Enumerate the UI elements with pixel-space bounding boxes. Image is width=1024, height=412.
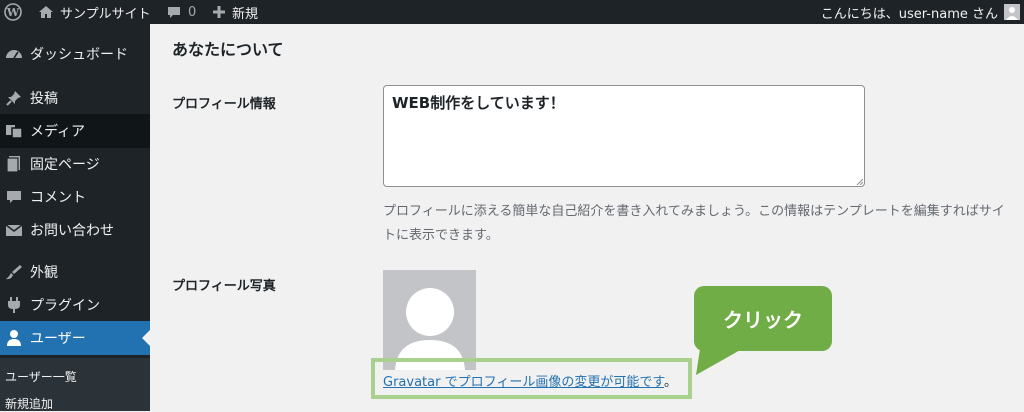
site-name-link[interactable]: サンプルサイト — [38, 0, 151, 24]
sidebar-item-label: 固定ページ — [30, 157, 100, 173]
plus-icon — [213, 6, 225, 18]
sidebar-item-label: コメント — [30, 190, 86, 206]
plugin-icon — [8, 297, 20, 313]
sidebar-item-media[interactable]: メディア — [0, 114, 150, 148]
sidebar-item-dashboard[interactable]: ダッシュボード — [0, 37, 150, 71]
sidebar-item-plugins[interactable]: プラグイン — [0, 288, 150, 322]
admin-bar: W サンプルサイト 0 新規 こんにちは、user-name さん — [0, 0, 1024, 24]
submenu-item-user-list[interactable]: ユーザー一覧 — [5, 368, 77, 385]
sidebar-item-label: プラグイン — [30, 298, 100, 314]
comment-bubble-icon — [168, 7, 180, 18]
site-name: サンプルサイト — [60, 6, 151, 22]
new-content-link[interactable]: 新規 — [212, 0, 258, 24]
dashboard-icon — [6, 50, 22, 59]
svg-text:W: W — [6, 6, 20, 19]
sidebar-item-pages[interactable]: 固定ページ — [0, 147, 150, 181]
sidebar-item-users[interactable]: ユーザー — [0, 321, 150, 355]
pages-icon — [6, 156, 20, 173]
user-icon — [7, 330, 21, 346]
user-avatar-icon — [1004, 4, 1020, 20]
comments-count: 0 — [188, 4, 197, 20]
default-avatar-icon — [395, 288, 465, 370]
bio-label: プロフィール情報 — [172, 97, 276, 112]
comments-link[interactable]: 0 — [166, 0, 196, 24]
my-account-link[interactable]: こんにちは、user-name さん — [821, 0, 1020, 24]
sidebar-item-label: ダッシュボード — [30, 47, 128, 63]
sidebar-item-label: ユーザー — [30, 331, 86, 347]
comment-icon — [7, 191, 21, 203]
sidebar-item-label: 投稿 — [30, 91, 58, 107]
resize-handle-icon[interactable] — [855, 177, 863, 185]
bio-textarea[interactable]: WEB制作をしています！ — [383, 85, 865, 187]
callout-tail-icon — [696, 349, 742, 375]
sidebar-item-posts[interactable]: 投稿 — [0, 81, 150, 115]
pushpin-icon — [6, 91, 21, 106]
sidebar-item-contact[interactable]: お問い合わせ — [0, 213, 150, 247]
wordpress-logo-icon[interactable]: W — [4, 0, 22, 24]
admin-sidebar: ダッシュボード 投稿 メディア 固定ページ コメント お問い合わせ 外観 プラグ… — [0, 24, 150, 411]
users-submenu: ユーザー一覧 新規追加 — [0, 358, 150, 411]
sidebar-item-label: お問い合わせ — [30, 223, 114, 239]
gravatar-suffix: 。 — [664, 375, 678, 390]
submenu-item-add-new[interactable]: 新規追加 — [5, 395, 53, 412]
sidebar-item-label: メディア — [30, 124, 86, 140]
profile-content: あなたについて プロフィール情報 WEB制作をしています！ プロフィールに添える… — [150, 24, 1024, 411]
profile-avatar — [383, 270, 476, 370]
bio-description: プロフィールに添える簡単な自己紹介を書き入れてみましょう。この情報はテンプレート… — [383, 204, 1005, 243]
click-callout: クリック — [694, 286, 832, 351]
gravatar-text: Gravatar でプロフィール画像の変更が可能です。 — [383, 371, 677, 390]
sidebar-item-appearance[interactable]: 外観 — [0, 255, 150, 289]
section-title: あなたについて — [172, 40, 284, 59]
sidebar-item-label: 外観 — [30, 265, 58, 281]
new-label: 新規 — [232, 6, 259, 22]
bio-value: WEB制作をしています！ — [392, 94, 565, 112]
sidebar-item-comments[interactable]: コメント — [0, 180, 150, 214]
photo-label: プロフィール写真 — [172, 279, 276, 294]
brush-icon — [6, 265, 22, 280]
greeting: こんにちは、user-name さん — [820, 6, 998, 22]
gravatar-link[interactable]: Gravatar でプロフィール画像の変更が可能です — [383, 375, 664, 390]
media-icon — [6, 125, 23, 139]
home-icon — [39, 6, 53, 18]
mail-icon — [5, 224, 23, 236]
